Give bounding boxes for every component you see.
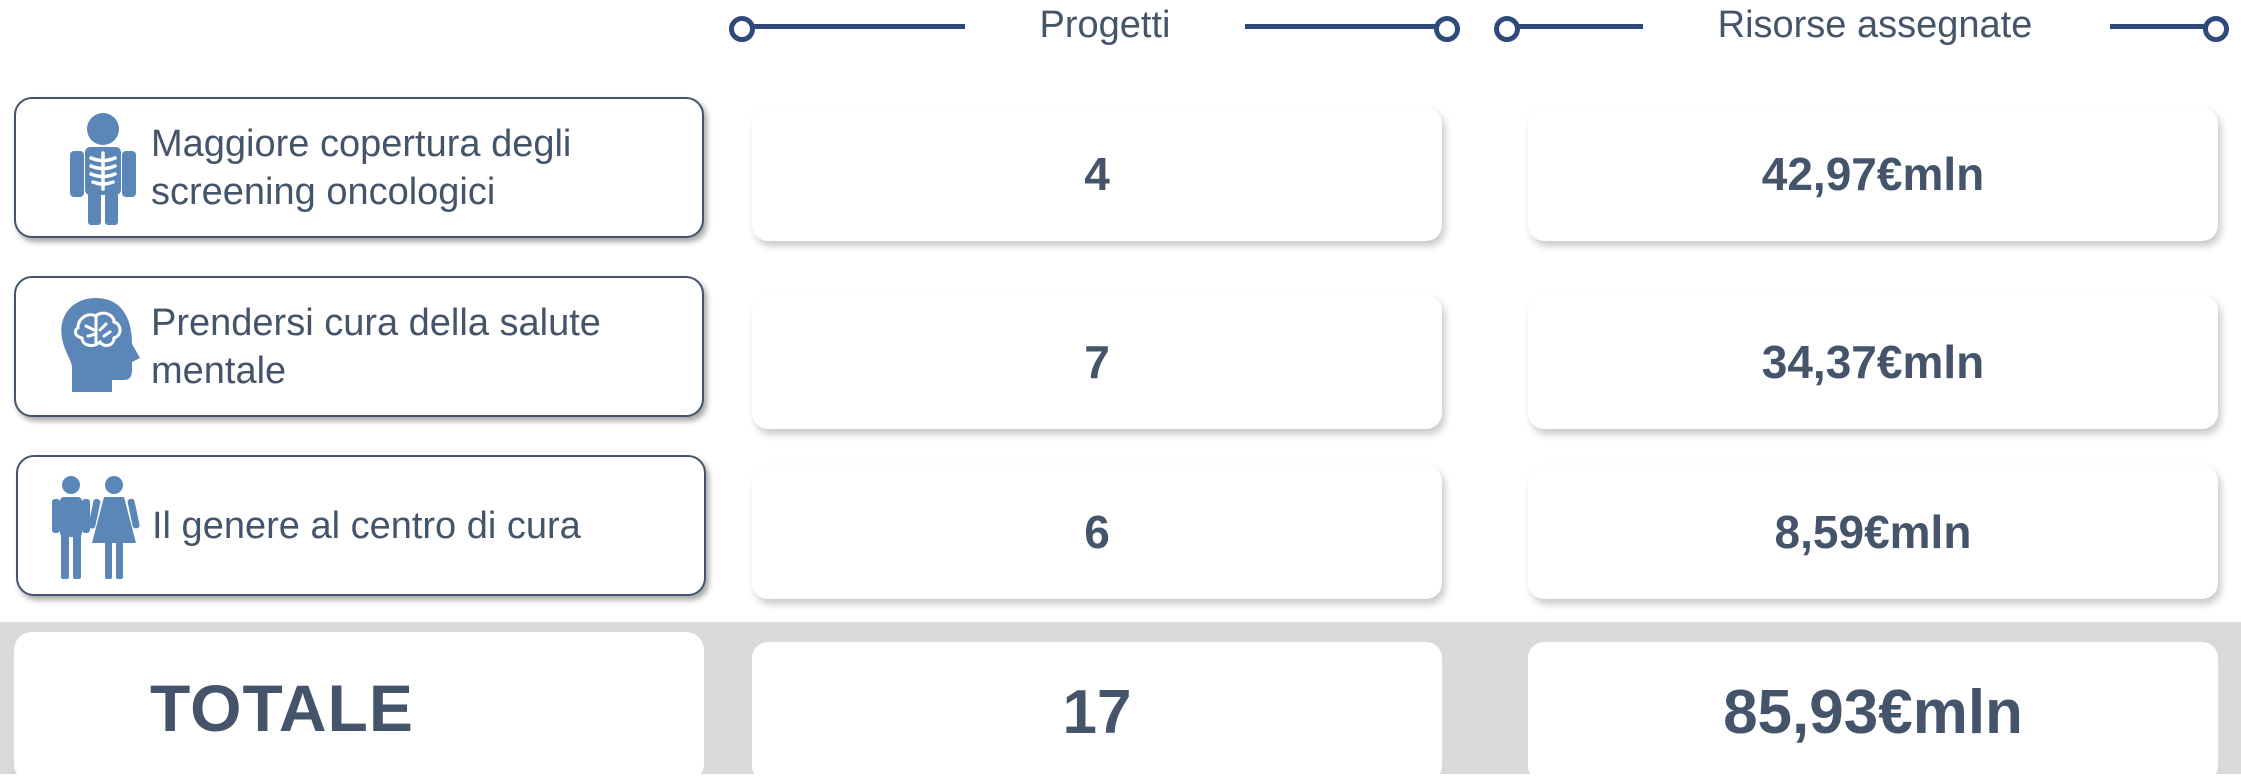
man-woman-icon <box>48 475 158 587</box>
category-label: Prendersi cura della salute mentale <box>151 301 601 392</box>
risorse-value: 34,37€mln <box>1528 295 2218 429</box>
total-label: TOTALE <box>150 671 414 745</box>
category-box-gender: Il genere al centro di cura <box>16 455 706 596</box>
total-box: TOTALE <box>14 632 704 782</box>
category-label: Maggiore copertura degli screening oncol… <box>151 122 572 213</box>
brain-head-icon <box>52 292 162 404</box>
connector-dot-icon <box>1494 16 1520 42</box>
x-ray-icon <box>52 113 162 225</box>
progetti-value: 4 <box>752 107 1442 241</box>
connector-line <box>750 24 965 29</box>
connector-dot-icon <box>1434 16 1460 42</box>
connector-line <box>1515 24 1643 29</box>
progetti-header-label: Progetti <box>1039 4 1171 46</box>
risorse-value: 8,59€mln <box>1528 465 2218 599</box>
connector-line <box>1245 24 1435 29</box>
connector-line <box>2110 24 2210 29</box>
progetti-value: 6 <box>752 465 1442 599</box>
total-risorse-value: 85,93€mln <box>1528 642 2218 782</box>
risorse-value: 42,97€mln <box>1528 107 2218 241</box>
connector-dot-icon <box>729 16 755 42</box>
category-box-mental-health: Prendersi cura della salute mentale <box>14 276 704 417</box>
category-label: Il genere al centro di cura <box>152 504 581 547</box>
total-progetti-value: 17 <box>752 642 1442 782</box>
connector-dot-icon <box>2203 16 2229 42</box>
risorse-header-label: Risorse assegnate <box>1717 4 2033 46</box>
category-box-screening: Maggiore copertura degli screening oncol… <box>14 97 704 238</box>
progetti-value: 7 <box>752 295 1442 429</box>
